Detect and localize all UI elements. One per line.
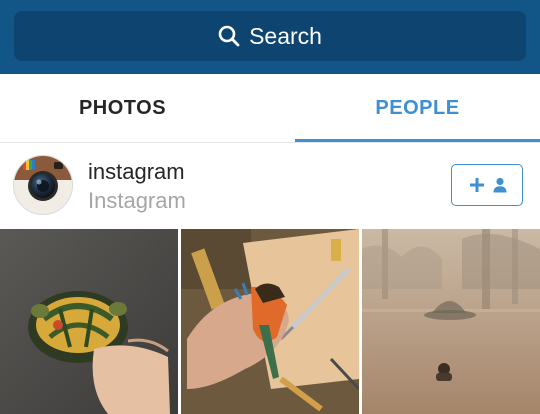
avatar[interactable] [13,155,73,215]
full-name: Instagram [88,188,186,213]
user-result-row[interactable]: instagram Instagram [0,143,540,228]
photo-paper-bird[interactable] [181,229,359,414]
photo-misty-lake[interactable] [362,229,540,414]
photo-grid [0,229,540,414]
tab-bar: PHOTOS PEOPLE [0,74,540,143]
search-bar[interactable]: Search [14,11,526,61]
search-icon [218,25,240,47]
person-icon [493,177,506,193]
tab-people[interactable]: PEOPLE [295,74,540,142]
username[interactable]: instagram [88,159,185,185]
search-label: Search [249,22,322,49]
follow-button[interactable] [451,164,523,206]
top-bar: Search [0,0,540,74]
tab-photos[interactable]: PHOTOS [0,74,245,142]
follow-plus-icon [469,178,484,192]
instagram-logo [14,156,72,214]
active-tab-indicator [295,139,540,142]
photo-turtle[interactable] [0,229,178,414]
